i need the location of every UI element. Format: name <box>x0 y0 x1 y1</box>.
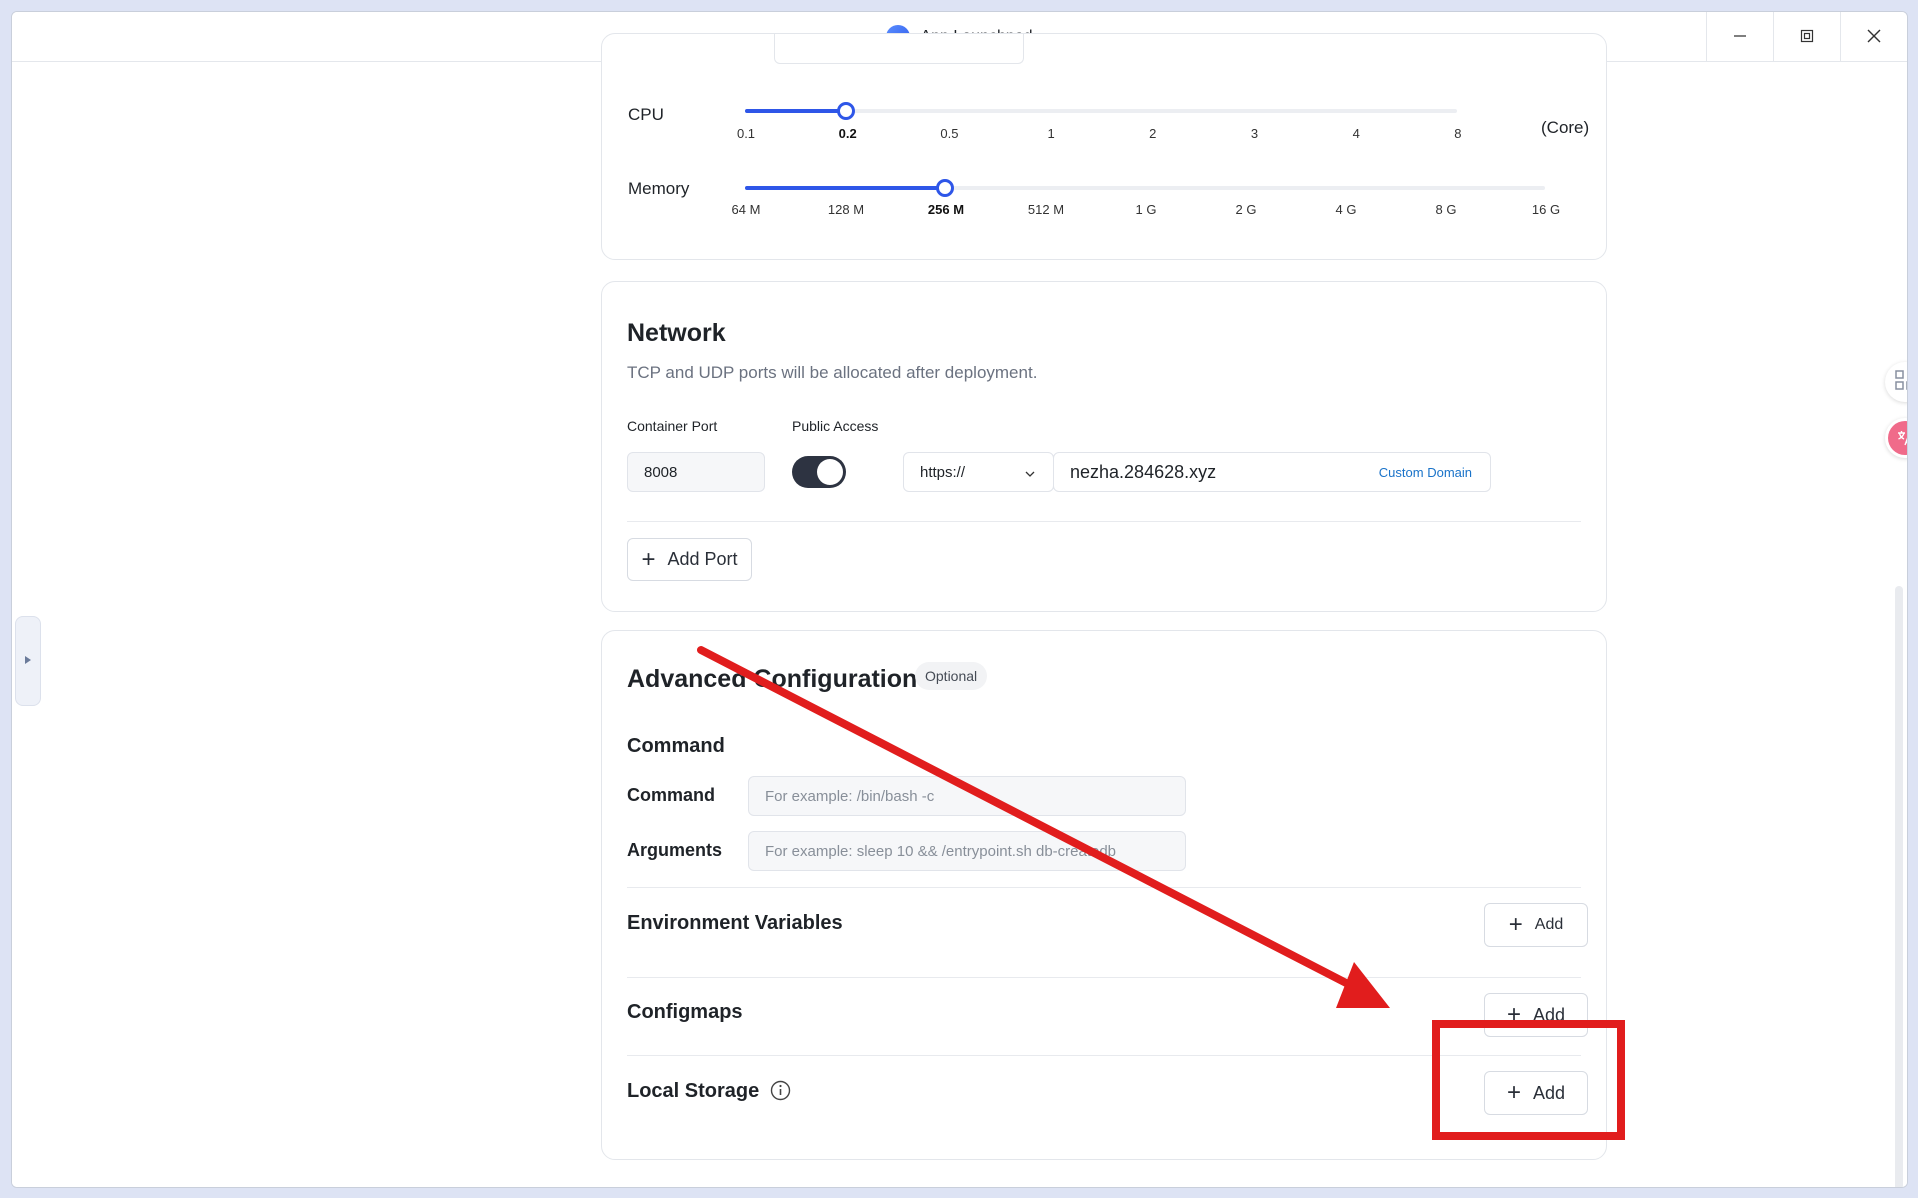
annotation-highlight-box <box>1432 1020 1625 1140</box>
annotation-arrow-shaft <box>697 646 1354 989</box>
annotation-overlay <box>697 646 1625 1140</box>
